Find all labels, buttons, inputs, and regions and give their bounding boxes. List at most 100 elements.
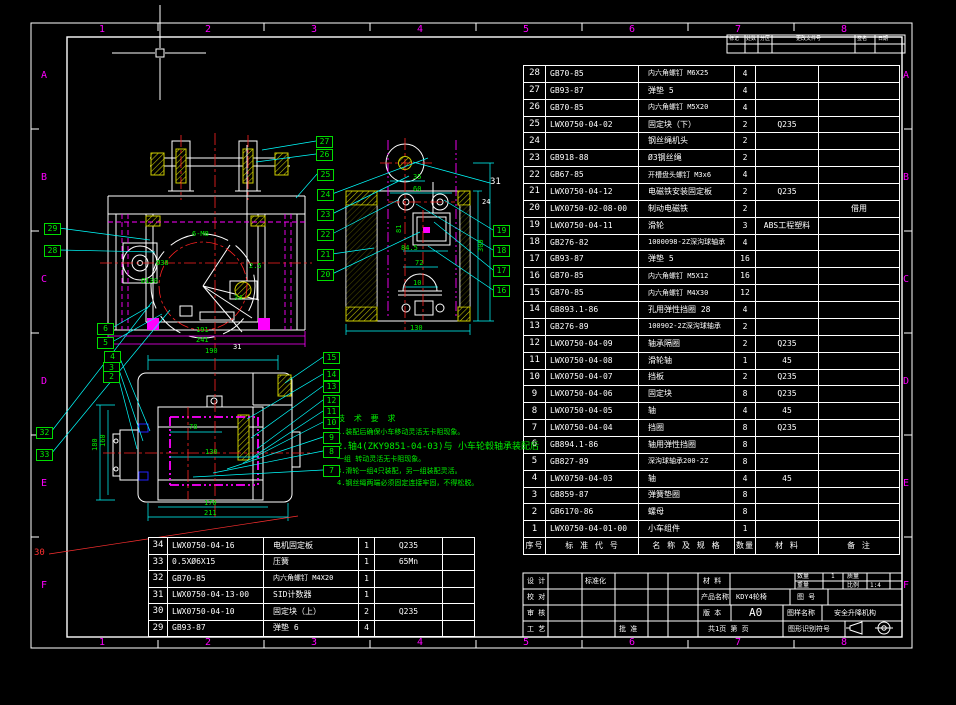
bom-cell (756, 521, 818, 537)
balloon-21[interactable]: 21 (317, 249, 334, 261)
bom-cell: 轴 (639, 403, 734, 419)
balloon-6[interactable]: 6 (97, 323, 114, 335)
bom-cell (756, 488, 818, 504)
cad-canvas[interactable]: 技 术 要 求 1.装配后确保小车移动灵活无卡阻现象。2.轴4(ZKY9851-… (0, 0, 956, 705)
zone-col-top-4: 4 (417, 25, 423, 35)
bom-cell (819, 251, 899, 267)
bom-cell: Ø3钢丝绳 (639, 150, 734, 166)
bom-cell: 弹垫 6 (264, 621, 358, 637)
dimension-view3: 160 (100, 434, 107, 447)
dimension-view2: 130 (410, 325, 423, 332)
bom-cell: 1 (359, 571, 374, 587)
balloon-9[interactable]: 9 (323, 432, 340, 444)
revision-header: 日期 (878, 37, 888, 42)
balloon-29[interactable]: 29 (44, 223, 61, 235)
balloon-18[interactable]: 18 (493, 245, 510, 257)
bom-cell: 开槽盘头螺钉 M3x6 (639, 167, 734, 183)
bom-cell (443, 538, 474, 554)
balloon-5[interactable]: 5 (97, 337, 114, 349)
balloon-17[interactable]: 17 (493, 265, 510, 277)
balloon-19[interactable]: 19 (493, 225, 510, 237)
balloon-15[interactable]: 15 (323, 352, 340, 364)
bom-cell: LWX0750-04-08 (546, 353, 638, 369)
bom-cell: 34 (149, 538, 167, 554)
qty-value: 1 (831, 574, 835, 580)
balloon-7[interactable]: 7 (323, 465, 340, 477)
version-value: A0 (749, 607, 762, 618)
dimension-view2: 84.5 (401, 245, 418, 252)
bom-cell (375, 621, 442, 637)
bom-cell (819, 437, 899, 453)
crosshair-cursor (112, 5, 206, 100)
zone-row-right-C: C (903, 275, 909, 285)
zone-row-left-A: A (41, 71, 47, 81)
bom-cell (819, 285, 899, 301)
balloon-30[interactable]: 30 (34, 549, 45, 559)
projection-symbol-icon (846, 622, 893, 634)
bom-cell: LWX0750-04-01-00 (546, 521, 638, 537)
bom-cell: LWX0750-04-07 (546, 370, 638, 386)
balloon-33[interactable]: 33 (36, 449, 53, 461)
bom-cell: GB894.1-86 (546, 437, 638, 453)
balloon-28[interactable]: 28 (44, 245, 61, 257)
symbol-label: 图形识别符号 (788, 626, 830, 633)
balloon-23[interactable]: 23 (317, 209, 334, 221)
bom-cell: 2 (735, 336, 755, 352)
balloon-14[interactable]: 14 (323, 369, 340, 381)
bom-cell: Q235 (756, 336, 818, 352)
bom-cell: 4 (735, 235, 755, 251)
bom-cell: 20 (524, 201, 545, 217)
zone-row-right-A: A (903, 71, 909, 81)
balloon-10[interactable]: 10 (323, 417, 340, 429)
bom-cell: 17 (524, 251, 545, 267)
revision-header: 签名 (857, 37, 867, 42)
dimension-view1: 34 (234, 295, 242, 302)
balloon-13[interactable]: 13 (323, 381, 340, 393)
bom-cell (819, 167, 899, 183)
revision-header: 更改文件号 (796, 37, 821, 42)
bom-cell: 2 (735, 133, 755, 149)
zone-col-bottom-4: 4 (417, 638, 423, 648)
bom-cell: 31 (149, 588, 167, 604)
balloon-16[interactable]: 16 (493, 285, 510, 297)
bom-cell: GB893.1-86 (546, 302, 638, 318)
balloon-25[interactable]: 25 (317, 169, 334, 181)
bom-cell: 16 (735, 268, 755, 284)
bom-cell: GB67-85 (546, 167, 638, 183)
bom-cell: 螺母 (639, 504, 734, 520)
zone-col-bottom-5: 5 (523, 638, 529, 648)
bom-cell: LWX0750-02-08-00 (546, 201, 638, 217)
bom-cell: 16 (735, 251, 755, 267)
bom-cell: GB276-89 (546, 319, 638, 335)
balloon-31[interactable]: 31 (490, 178, 501, 188)
balloon-20[interactable]: 20 (317, 269, 334, 281)
bom-cell (756, 167, 818, 183)
side-view[interactable] (346, 144, 470, 321)
balloon-22[interactable]: 22 (317, 229, 334, 241)
bom-cell: 内六角螺钉 M6X25 (639, 66, 734, 82)
front-view[interactable] (108, 141, 305, 338)
side-view-magenta-block (423, 227, 430, 233)
bom-cell: 18 (524, 235, 545, 251)
bom-cell: Q235 (756, 184, 818, 200)
bom-cell (819, 454, 899, 470)
dimension-view2: 10 (413, 280, 421, 287)
bom-cell: 27 (524, 83, 545, 99)
balloon-27[interactable]: 27 (316, 136, 333, 148)
bom-cell (443, 571, 474, 587)
balloon-8[interactable]: 8 (323, 446, 340, 458)
bom-cell (819, 66, 899, 82)
bom-cell: 8 (735, 504, 755, 520)
balloon-26[interactable]: 26 (316, 149, 333, 161)
balloon-2[interactable]: 2 (103, 371, 120, 383)
dimension-view3: 78 (189, 424, 197, 431)
bom-cell (443, 621, 474, 637)
bom-cell: 9 (524, 386, 545, 402)
top-view-dimlines (96, 355, 288, 521)
zone-row-left-F: F (41, 581, 47, 591)
balloon-24[interactable]: 24 (317, 189, 334, 201)
bom-cell: 弹垫 5 (639, 83, 734, 99)
dimension-view3: 170 (204, 500, 217, 507)
balloon-32[interactable]: 32 (36, 427, 53, 439)
notes-title: 技 术 要 求 (337, 413, 552, 424)
